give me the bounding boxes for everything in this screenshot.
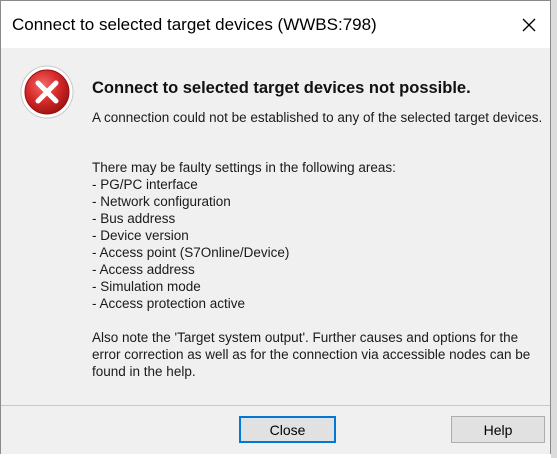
message-heading: Connect to selected target devices not p…: [92, 79, 471, 97]
window-title: Connect to selected target devices (WWBS…: [12, 15, 377, 34]
list-item: - Bus address: [92, 211, 176, 226]
error-icon: [19, 64, 75, 120]
list-item: - Access point (S7Online/Device): [92, 245, 290, 260]
button-bar: Close Help: [1, 405, 550, 454]
list-item: - PG/PC interface: [92, 177, 198, 192]
faulty-areas-section: There may be faulty settings in the foll…: [92, 159, 548, 312]
note-text: Also note the 'Target system output'. Fu…: [92, 330, 531, 379]
faulty-areas-list: - PG/PC interface - Network configuratio…: [92, 176, 548, 312]
areas-intro-text: There may be faulty settings in the foll…: [92, 160, 396, 175]
intro-text: A connection could not be established to…: [92, 110, 543, 125]
list-item: - Access protection active: [92, 296, 246, 311]
list-item: - Access address: [92, 262, 195, 277]
list-item: - Network configuration: [92, 194, 231, 209]
list-item: - Simulation mode: [92, 279, 201, 294]
help-button[interactable]: Help: [451, 416, 545, 443]
close-button[interactable]: Close: [239, 416, 336, 443]
title-bar[interactable]: Connect to selected target devices (WWBS…: [1, 1, 550, 48]
background-window-edge: [551, 0, 557, 458]
error-dialog: Connect to selected target devices (WWBS…: [0, 0, 551, 454]
close-window-icon[interactable]: [514, 10, 544, 40]
list-item: - Device version: [92, 228, 189, 243]
